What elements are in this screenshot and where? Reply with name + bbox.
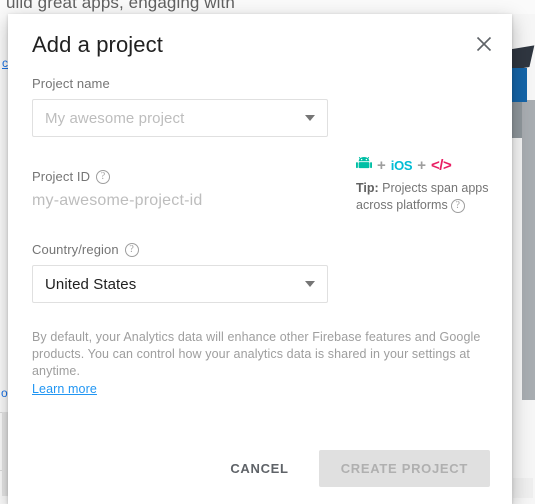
country-region-label: Country/region ? [32, 242, 488, 257]
dialog-body: Project name My awesome project + iOS + … [8, 76, 512, 398]
platform-icon-row: + iOS + </> [356, 156, 506, 174]
dialog-footer: CANCEL CREATE PROJECT [8, 432, 512, 504]
tip-text: Tip: Projects span apps across platforms… [356, 180, 506, 214]
project-name-value: My awesome project [45, 109, 185, 127]
chevron-down-icon-country[interactable] [305, 281, 315, 287]
background-right-bottom-box [513, 478, 533, 498]
background-heading-text: uild great apps, engaging with [6, 0, 235, 12]
learn-more-link[interactable]: Learn more [32, 381, 97, 398]
tip-prefix: Tip: [356, 181, 379, 195]
project-name-label: Project name [32, 76, 488, 91]
country-region-label-text: Country/region [32, 242, 119, 257]
page-title: Add a project [32, 32, 163, 57]
chevron-down-icon[interactable] [305, 115, 315, 121]
project-id-label-text: Project ID [32, 169, 91, 184]
country-region-select[interactable]: United States [32, 265, 328, 303]
background-left-link-2[interactable]: o [1, 386, 8, 400]
cancel-button[interactable]: CANCEL [216, 451, 302, 486]
close-icon[interactable] [470, 30, 498, 58]
help-icon-tip[interactable]: ? [450, 198, 465, 213]
help-icon-country-region[interactable]: ? [124, 242, 139, 257]
add-project-dialog: Add a project Project name My awesome pr… [8, 14, 512, 504]
analytics-disclaimer: By default, your Analytics data will enh… [32, 329, 500, 398]
analytics-disclaimer-text: By default, your Analytics data will enh… [32, 330, 481, 378]
help-icon-project-id[interactable]: ? [96, 169, 111, 184]
android-icon [356, 156, 372, 175]
code-brackets-icon: </> [431, 156, 452, 174]
project-name-input[interactable]: My awesome project [32, 99, 328, 137]
country-region-value: United States [45, 275, 137, 293]
background-grey-column [522, 100, 535, 400]
plus-icon-2: + [417, 156, 427, 174]
plus-icon-1: + [377, 156, 386, 174]
tip-block: + iOS + </> Tip: Projects span apps acro… [356, 156, 506, 214]
create-project-button[interactable]: CREATE PROJECT [318, 449, 490, 487]
project-name-label-text: Project name [32, 76, 110, 91]
dialog-header: Add a project [8, 14, 512, 76]
ios-label: iOS [390, 157, 413, 173]
